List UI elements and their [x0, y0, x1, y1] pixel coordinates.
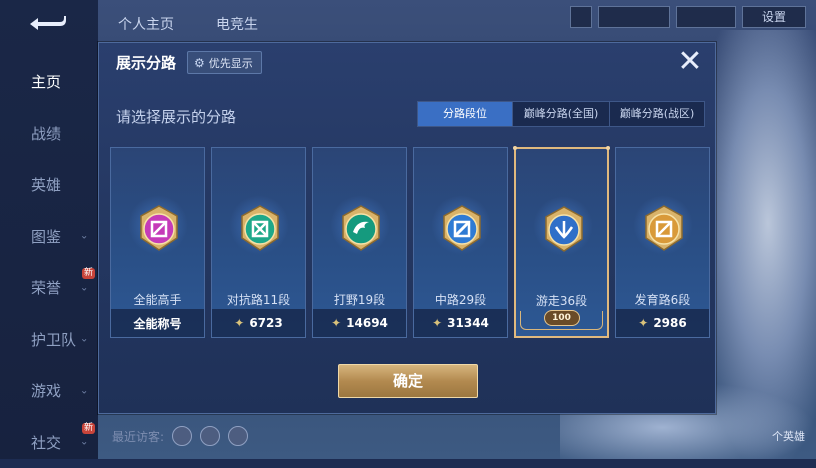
lane-footer-value: 2986: [653, 316, 686, 330]
hero-count-label: 个英雄: [772, 428, 805, 444]
visitor-avatar[interactable]: [172, 426, 192, 446]
side-nav: 主页战绩英雄图鉴⌄荣誉⌄新护卫队⌄游戏⌄社交⌄新: [0, 56, 98, 468]
sidebar-item-label: 英雄: [31, 174, 61, 195]
clash-lane-icon: [238, 204, 282, 254]
confirm-button[interactable]: 确定: [338, 364, 478, 398]
sidebar-item[interactable]: 游戏 ⌄: [0, 365, 98, 417]
lane-footer: ✦ 31344: [414, 309, 507, 337]
lane-footer-value: 14694: [346, 316, 388, 330]
lane-footer: 全能称号: [111, 309, 204, 337]
priority-display-label: 优先显示: [209, 55, 253, 71]
sidebar-item-label: 战绩: [31, 123, 61, 144]
top-right-bar: 设置: [570, 6, 806, 28]
level-tag: 100: [544, 310, 580, 326]
close-icon: ✕: [677, 44, 702, 79]
avatar-box[interactable]: [570, 6, 592, 28]
settings-button[interactable]: 设置: [742, 6, 806, 28]
tab-peak-national[interactable]: 巅峰分路(全国): [512, 102, 609, 126]
dialog-subtitle: 请选择展示的分路: [116, 106, 236, 127]
lane-display-dialog: 展示分路 ⚙ 优先显示 ✕ 请选择展示的分路 分路段位 巅峰分路(全国) 巅峰分…: [98, 42, 716, 414]
sidebar-item[interactable]: 护卫队 ⌄: [0, 314, 98, 366]
priority-display-button[interactable]: ⚙ 优先显示: [187, 51, 262, 74]
lane-card[interactable]: 全能高手全能称号: [110, 147, 205, 338]
lane-name: 游走36段: [516, 292, 607, 309]
rank-points-icon: ✦: [432, 316, 442, 330]
lane-footer: ✦ 2986: [616, 309, 709, 337]
all-round-icon: [137, 204, 181, 254]
sidebar-item[interactable]: 荣誉 ⌄ 新: [0, 262, 98, 314]
jungle-icon: [339, 204, 383, 254]
back-arrow-icon: [24, 14, 68, 34]
sidebar-item-label: 图鉴: [31, 226, 61, 247]
selection-corner: [606, 146, 610, 150]
lane-name: 打野19段: [313, 291, 406, 308]
lane-name: 全能高手: [111, 291, 204, 308]
sidebar-item[interactable]: 社交 ⌄ 新: [0, 417, 98, 468]
info-box: [598, 6, 670, 28]
currency-box: [676, 6, 736, 28]
lane-footer: ✦ 14694: [313, 309, 406, 337]
chevron-down-icon: ⌄: [80, 385, 88, 396]
recent-visitors: 最近访客:: [112, 426, 248, 446]
lane-footer-value: 6723: [249, 316, 282, 330]
close-button[interactable]: ✕: [675, 47, 705, 77]
lane-name: 对抗路11段: [212, 291, 305, 308]
sidebar-item[interactable]: 战绩: [0, 108, 98, 160]
back-button[interactable]: [24, 14, 68, 34]
dialog-title: 展示分路: [116, 52, 176, 73]
chevron-down-icon: ⌄: [80, 437, 88, 448]
chevron-down-icon: ⌄: [80, 334, 88, 345]
new-badge: 新: [82, 268, 95, 279]
roam-icon: [542, 205, 586, 255]
sidebar-item-label: 荣誉: [31, 277, 61, 298]
visitor-avatar[interactable]: [228, 426, 248, 446]
rank-points-icon: ✦: [638, 316, 648, 330]
lane-card[interactable]: 发育路6段 ✦ 2986: [615, 147, 710, 338]
tab-lane-rank[interactable]: 分路段位: [418, 102, 512, 126]
lane-card[interactable]: 对抗路11段 ✦ 6723: [211, 147, 306, 338]
chevron-down-icon: ⌄: [80, 282, 88, 293]
mid-lane-icon: [440, 204, 484, 254]
lane-type-tabs: 分路段位 巅峰分路(全国) 巅峰分路(战区): [417, 101, 705, 127]
lane-card[interactable]: 中路29段 ✦ 31344: [413, 147, 508, 338]
visitor-avatar[interactable]: [200, 426, 220, 446]
tab-peak-region[interactable]: 巅峰分路(战区): [609, 102, 704, 126]
chevron-down-icon: ⌄: [80, 231, 88, 242]
sidebar-item-label: 社交: [31, 432, 61, 453]
selection-corner: [513, 146, 517, 150]
lane-card[interactable]: 打野19段 ✦ 14694: [312, 147, 407, 338]
gear-icon: ⚙: [194, 56, 205, 70]
lane-footer: ✦ 6723: [212, 309, 305, 337]
tab-profile[interactable]: 个人主页: [118, 14, 174, 34]
sidebar-item-label: 护卫队: [31, 329, 76, 350]
lane-footer: 100: [516, 308, 607, 336]
farm-lane-icon: [642, 204, 686, 254]
sidebar-item-label: 游戏: [31, 380, 61, 401]
lane-name: 发育路6段: [616, 291, 709, 308]
lane-footer-value: 31344: [447, 316, 489, 330]
sidebar-item[interactable]: 图鉴 ⌄: [0, 211, 98, 263]
sidebar-item[interactable]: 英雄: [0, 159, 98, 211]
rank-points-icon: ✦: [331, 316, 341, 330]
lane-name: 中路29段: [414, 291, 507, 308]
lane-card[interactable]: 游走36段100: [514, 147, 609, 338]
tab-esports[interactable]: 电竞生: [216, 14, 258, 34]
rank-points-icon: ✦: [234, 316, 244, 330]
recent-visitors-label: 最近访客:: [112, 428, 164, 445]
sidebar-item[interactable]: 主页: [0, 56, 98, 108]
sidebar-item-label: 主页: [31, 71, 61, 92]
new-badge: 新: [82, 423, 95, 434]
lane-footer-value: 全能称号: [133, 315, 181, 332]
top-tabs: 个人主页 电竞生: [118, 14, 258, 34]
